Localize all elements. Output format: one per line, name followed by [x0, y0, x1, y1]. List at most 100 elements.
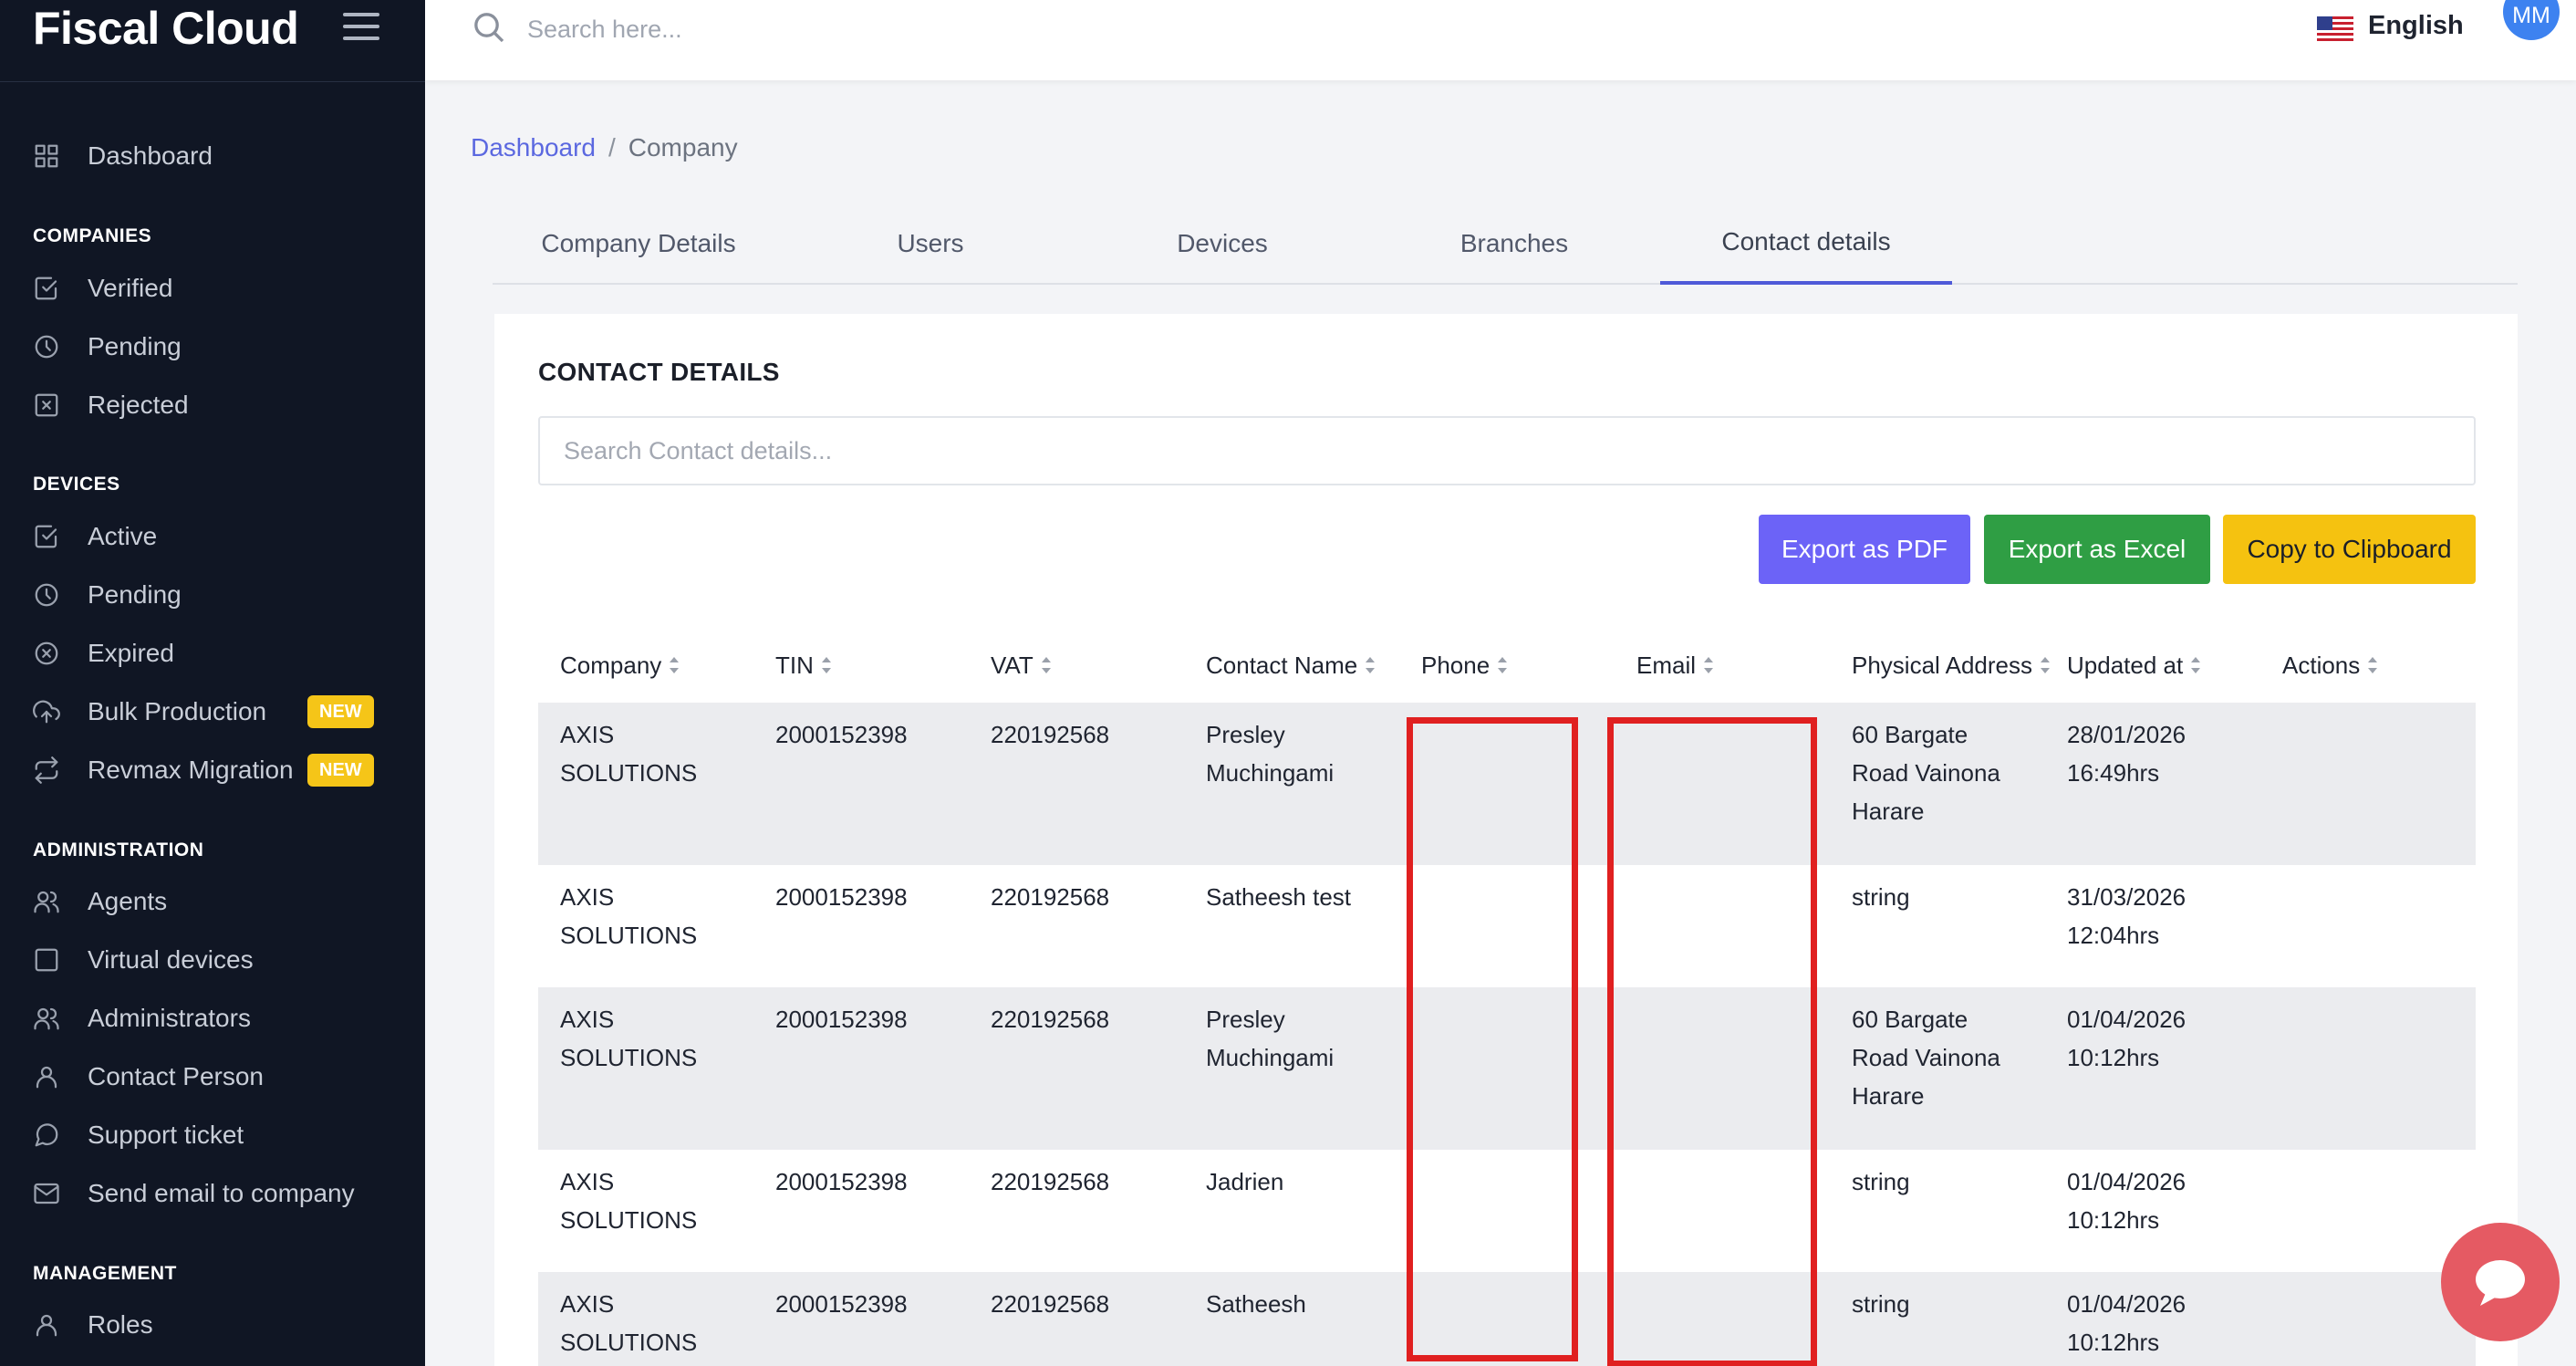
us-flag-icon — [2317, 16, 2353, 41]
column-header-label: Actions — [2282, 651, 2361, 679]
sidebar-header: Fiscal Cloud — [0, 0, 425, 82]
users-icon — [31, 886, 62, 917]
sidebar-item-admin-contact-person[interactable]: Contact Person — [0, 1051, 425, 1102]
sidebar-item-label: Verified — [88, 274, 173, 302]
sidebar-item-devices-bulk-production[interactable]: Bulk Production NEW — [0, 686, 425, 737]
sidebar-item-label: Bulk Production — [88, 697, 267, 725]
user-icon — [31, 1061, 62, 1092]
tab-company-details[interactable]: Company Details — [493, 203, 784, 285]
chat-bubble-icon — [2476, 1260, 2525, 1306]
sort-icon — [1365, 656, 1376, 674]
breadcrumb-dashboard-link[interactable]: Dashboard — [471, 133, 596, 162]
cell-line: 28/01/2026 — [2067, 721, 2186, 748]
sidebar-item-label: Pending — [88, 332, 182, 360]
cell-line: AXIS — [560, 1006, 615, 1033]
tab-branches[interactable]: Branches — [1368, 203, 1660, 285]
sidebar-item-devices-revmax-migration[interactable]: Revmax Migration NEW — [0, 745, 425, 796]
column-header-actions[interactable]: Actions — [2282, 628, 2378, 703]
cell-line: Muchingami — [1206, 759, 1335, 787]
sidebar-item-devices-pending[interactable]: Pending — [0, 569, 425, 620]
sidebar-item-devices-active[interactable]: Active — [0, 511, 425, 562]
column-header-email[interactable]: Email — [1636, 628, 1714, 703]
cell-vat: 220192568 — [991, 721, 1110, 748]
column-header-label: VAT — [991, 651, 1034, 679]
tab-users[interactable]: Users — [784, 203, 1076, 285]
sidebar-item-label: Support ticket — [88, 1121, 244, 1149]
sidebar-item-label: Roles — [88, 1310, 153, 1339]
cell-line: AXIS — [560, 883, 615, 911]
cell-line: 16:49hrs — [2067, 759, 2160, 787]
card-title: CONTACT DETAILS — [538, 358, 780, 386]
cell-line: SOLUTIONS — [560, 759, 698, 787]
cell-line: string — [1852, 883, 1910, 911]
sidebar-item-companies-rejected[interactable]: Rejected — [0, 380, 425, 431]
cell-line: 10:12hrs — [2067, 1206, 2160, 1234]
column-header-label: Contact Name — [1206, 651, 1358, 679]
square-icon — [31, 944, 62, 975]
cell-line: 12:04hrs — [2067, 922, 2160, 949]
column-header-phone[interactable]: Phone — [1421, 628, 1508, 703]
cell-line: Muchingami — [1206, 1044, 1335, 1071]
sidebar-item-admin-send-email-to-company[interactable]: Send email to company — [0, 1168, 425, 1219]
cell-line: 01/04/2026 — [2067, 1168, 2186, 1195]
export-excel-button[interactable]: Export as Excel — [1984, 515, 2210, 584]
column-header-vat[interactable]: VAT — [991, 628, 1052, 703]
avatar[interactable]: MM — [2503, 0, 2560, 40]
sidebar-item-admin-support-ticket[interactable]: Support ticket — [0, 1110, 425, 1161]
cell-line: 10:12hrs — [2067, 1329, 2160, 1356]
sidebar-item-label: Contact Person — [88, 1062, 264, 1090]
sidebar-item-companies-pending[interactable]: Pending — [0, 321, 425, 372]
cell-address: string — [1852, 1163, 1910, 1201]
sidebar-item-admin-virtual-devices[interactable]: Virtual devices — [0, 934, 425, 985]
menu-toggle-icon[interactable] — [343, 13, 379, 44]
sort-icon — [821, 656, 832, 674]
column-header-company[interactable]: Company — [560, 628, 680, 703]
sidebar-section-management: MANAGEMENT — [33, 1263, 177, 1284]
global-search-input[interactable] — [527, 11, 1166, 47]
contact-search-input[interactable] — [538, 416, 2476, 485]
sidebar-item-companies-verified[interactable]: Verified — [0, 263, 425, 314]
cell-vat: 220192568 — [991, 883, 1110, 911]
export-pdf-button[interactable]: Export as PDF — [1759, 515, 1970, 584]
cell-contact: Satheesh test — [1206, 878, 1351, 916]
chat-button[interactable] — [2441, 1223, 2560, 1341]
sidebar-item-admin-administrators[interactable]: Administrators — [0, 993, 425, 1044]
column-header-tin[interactable]: TIN — [775, 628, 832, 703]
cell-line: Presley — [1206, 721, 1285, 748]
sidebar-item-devices-expired[interactable]: Expired — [0, 628, 425, 679]
cell-line: AXIS — [560, 721, 615, 748]
sidebar-section-administration: ADMINISTRATION — [33, 839, 204, 860]
copy-clipboard-button[interactable]: Copy to Clipboard — [2223, 515, 2476, 584]
column-header-physical-address[interactable]: Physical Address — [1852, 628, 2051, 703]
app-root: Fiscal Cloud Dashboard COMPANIES Verified P… — [0, 0, 2576, 1366]
clock-icon — [31, 579, 62, 610]
column-header-contact-name[interactable]: Contact Name — [1206, 628, 1376, 703]
x-circle-icon — [31, 638, 62, 669]
sidebar-item-label: Revmax Migration — [88, 756, 294, 784]
email-redaction-box — [1607, 717, 1817, 1366]
brand-logo[interactable]: Fiscal Cloud — [33, 2, 299, 55]
company-tabs: Company Details Users Devices Branches C… — [493, 203, 2518, 285]
sidebar-item-admin-agents[interactable]: Agents — [0, 876, 425, 927]
cell-updated: 01/04/2026 10:12hrs — [2067, 1285, 2186, 1361]
tab-devices[interactable]: Devices — [1076, 203, 1368, 285]
language-selector[interactable]: English — [2368, 11, 2464, 41]
check-square-icon — [31, 273, 62, 304]
column-header-updated-at[interactable]: Updated at — [2067, 628, 2201, 703]
cell-address: 60 Bargate Road Vainona Harare — [1852, 715, 2000, 830]
cell-line: Road Vainona — [1852, 759, 2000, 787]
sort-icon — [1041, 656, 1052, 674]
tab-contact-details[interactable]: Contact details — [1660, 203, 1952, 285]
cell-vat: 220192568 — [991, 1006, 1110, 1033]
cell-line: Satheesh test — [1206, 883, 1351, 911]
cell-line: AXIS — [560, 1290, 615, 1318]
breadcrumb-separator: / — [608, 133, 616, 162]
breadcrumb: Dashboard / Company — [471, 133, 738, 162]
sidebar-item-management-roles[interactable]: Roles — [0, 1299, 425, 1350]
cell-company: AXIS SOLUTIONS — [560, 1163, 697, 1239]
cell-contact: Satheesh — [1206, 1285, 1306, 1323]
cell-tin: 2000152398 — [775, 1290, 908, 1318]
sidebar-item-dashboard[interactable]: Dashboard — [0, 130, 425, 182]
cell-line: Presley — [1206, 1006, 1285, 1033]
cell-line: Road Vainona — [1852, 1044, 2000, 1071]
